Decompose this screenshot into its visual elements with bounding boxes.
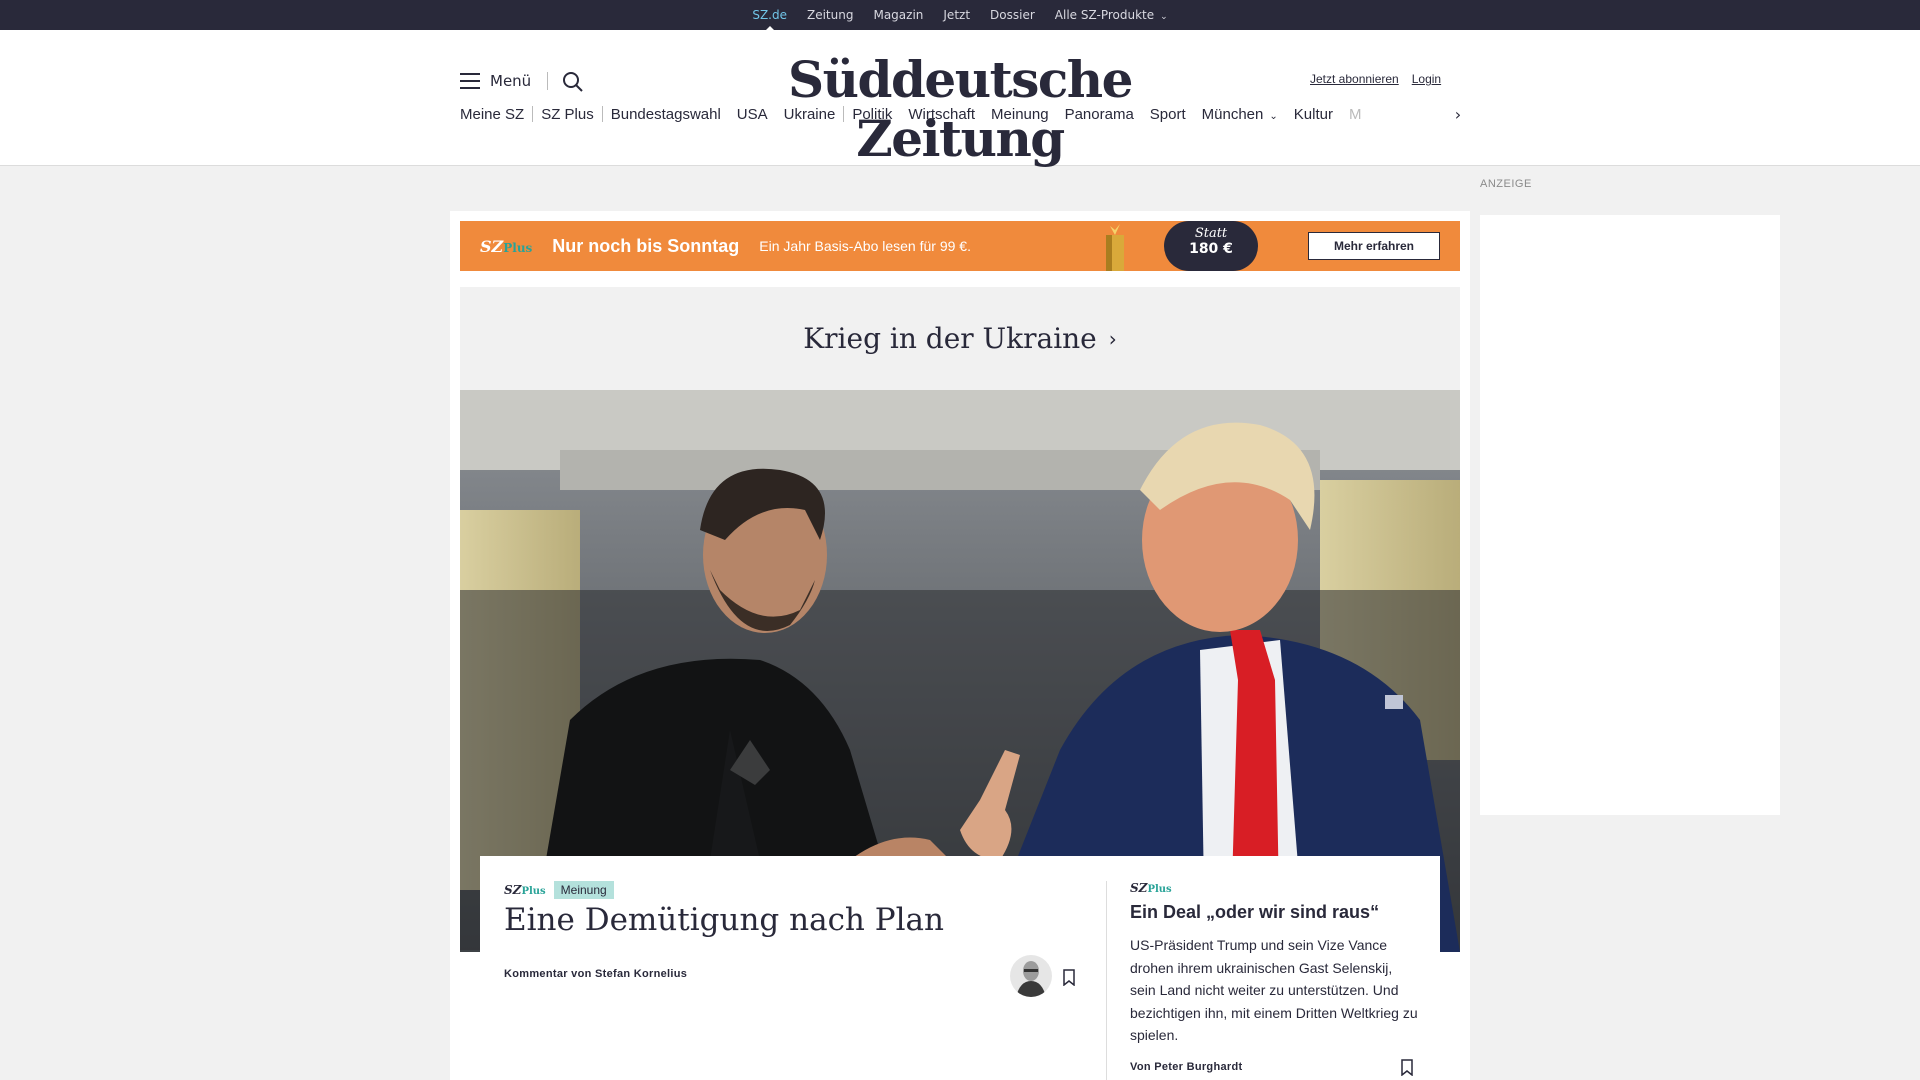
topic-header[interactable]: Krieg in der Ukraine › xyxy=(460,287,1460,390)
side-article-title[interactable]: Ein Deal „oder wir sind raus“ xyxy=(1130,902,1379,923)
lead-article-byline: Kommentar von Stefan Kornelius xyxy=(504,968,688,980)
search-icon[interactable] xyxy=(561,70,585,94)
topbar-item-all-products[interactable]: Alle SZ-Produkte ⌄ xyxy=(1055,8,1168,22)
nav-scroll-right-icon[interactable]: › xyxy=(1448,100,1468,128)
sz-plus-logo-plus: Plus xyxy=(521,886,546,897)
menu-button[interactable]: Menü xyxy=(460,72,531,90)
sz-plus-logo-sz: SZ xyxy=(480,236,504,256)
sz-plus-logo: SZPlus xyxy=(1130,881,1172,895)
topbar-item-all-products-label: Alle SZ-Produkte xyxy=(1054,8,1155,22)
bookmark-icon[interactable] xyxy=(1062,969,1076,986)
nav-item-usa[interactable]: USA xyxy=(729,106,776,123)
promo-headline: Nur noch bis Sonntag xyxy=(552,235,740,256)
top-product-bar: SZ.de Zeitung Magazin Jetzt Dossier Alle… xyxy=(0,0,1920,31)
promo-more-button[interactable]: Mehr erfahren xyxy=(1308,232,1440,260)
sz-plus-logo-plus: Plus xyxy=(1147,884,1172,895)
sz-plus-logo-plus: Plus xyxy=(503,240,533,255)
author-avatar xyxy=(1010,955,1052,997)
nav-item-sz-plus[interactable]: SZ Plus xyxy=(533,106,602,123)
old-price-label: Statt xyxy=(1194,226,1228,241)
gift-box-icon xyxy=(1106,224,1124,271)
chevron-right-icon: › xyxy=(1108,326,1117,351)
topic-title: Krieg in der Ukraine xyxy=(803,322,1097,355)
sz-plus-logo-sz: SZ xyxy=(504,883,522,897)
nav-item-truncated[interactable]: M xyxy=(1341,106,1370,123)
nav-item-panorama[interactable]: Panorama xyxy=(1057,106,1142,123)
card-column-divider xyxy=(1106,881,1107,1080)
topbar-item-szde[interactable]: SZ.de xyxy=(752,8,787,31)
nav-item-sport[interactable]: Sport xyxy=(1142,106,1194,123)
ad-label: ANZEIGE xyxy=(1480,178,1532,190)
topbar-item-magazin[interactable]: Magazin xyxy=(873,8,923,22)
old-price-badge: Statt 180 € xyxy=(1164,221,1258,271)
side-article-teaser: US-Präsident Trump und sein Vize Vance d… xyxy=(1130,937,1418,1043)
nav-item-wirtschaft[interactable]: Wirtschaft xyxy=(900,106,983,123)
topbar-item-dossier[interactable]: Dossier xyxy=(990,8,1035,22)
nav-item-politik[interactable]: Politik xyxy=(844,106,900,123)
site-header: Menü Süddeutsche Zeitung Jetzt abonniere… xyxy=(0,30,1920,168)
login-link[interactable]: Login xyxy=(1412,72,1441,86)
main-navigation: Meine SZ SZ Plus Bundestagswahl USA Ukra… xyxy=(460,100,1460,128)
ad-slot[interactable] xyxy=(1480,215,1780,815)
side-article-byline: Von Peter Burghardt xyxy=(1130,1061,1243,1073)
old-price-value: 180 € xyxy=(1189,241,1233,257)
nav-item-muenchen-label: München xyxy=(1201,105,1264,123)
topbar-item-zeitung[interactable]: Zeitung xyxy=(807,8,853,22)
category-badge: Meinung xyxy=(553,881,614,899)
lead-article-title[interactable]: Eine Demütigung nach Plan xyxy=(504,902,944,938)
nav-item-muenchen[interactable]: München ⌄ xyxy=(1194,106,1286,123)
promo-subline: Ein Jahr Basis-Abo lesen für 99 €. xyxy=(759,238,971,254)
lead-article-card[interactable]: SZPlus Meinung Eine Demütigung nach Plan… xyxy=(480,856,1440,1080)
nav-item-bundestagswahl[interactable]: Bundestagswahl xyxy=(603,106,729,123)
chevron-down-icon: ⌄ xyxy=(1160,12,1168,22)
header-divider xyxy=(547,72,548,90)
subscription-promo-banner[interactable]: SZPlus Nur noch bis Sonntag Ein Jahr Bas… xyxy=(460,221,1460,271)
nav-item-meine-sz[interactable]: Meine SZ xyxy=(460,106,532,123)
subscribe-link[interactable]: Jetzt abonnieren xyxy=(1310,72,1399,86)
nav-item-ukraine[interactable]: Ukraine xyxy=(776,106,844,123)
topbar-item-jetzt[interactable]: Jetzt xyxy=(943,8,970,22)
sz-plus-logo-sz: SZ xyxy=(1130,881,1148,895)
chevron-down-icon: ⌄ xyxy=(1269,110,1278,122)
bookmark-icon[interactable] xyxy=(1400,1059,1414,1076)
sz-plus-logo: SZPlus xyxy=(480,237,532,256)
sz-plus-logo: SZPlus xyxy=(504,883,546,897)
menu-label: Menü xyxy=(490,72,532,90)
nav-item-kultur[interactable]: Kultur xyxy=(1286,106,1341,123)
nav-item-meinung[interactable]: Meinung xyxy=(983,106,1057,123)
hamburger-icon xyxy=(460,73,480,89)
